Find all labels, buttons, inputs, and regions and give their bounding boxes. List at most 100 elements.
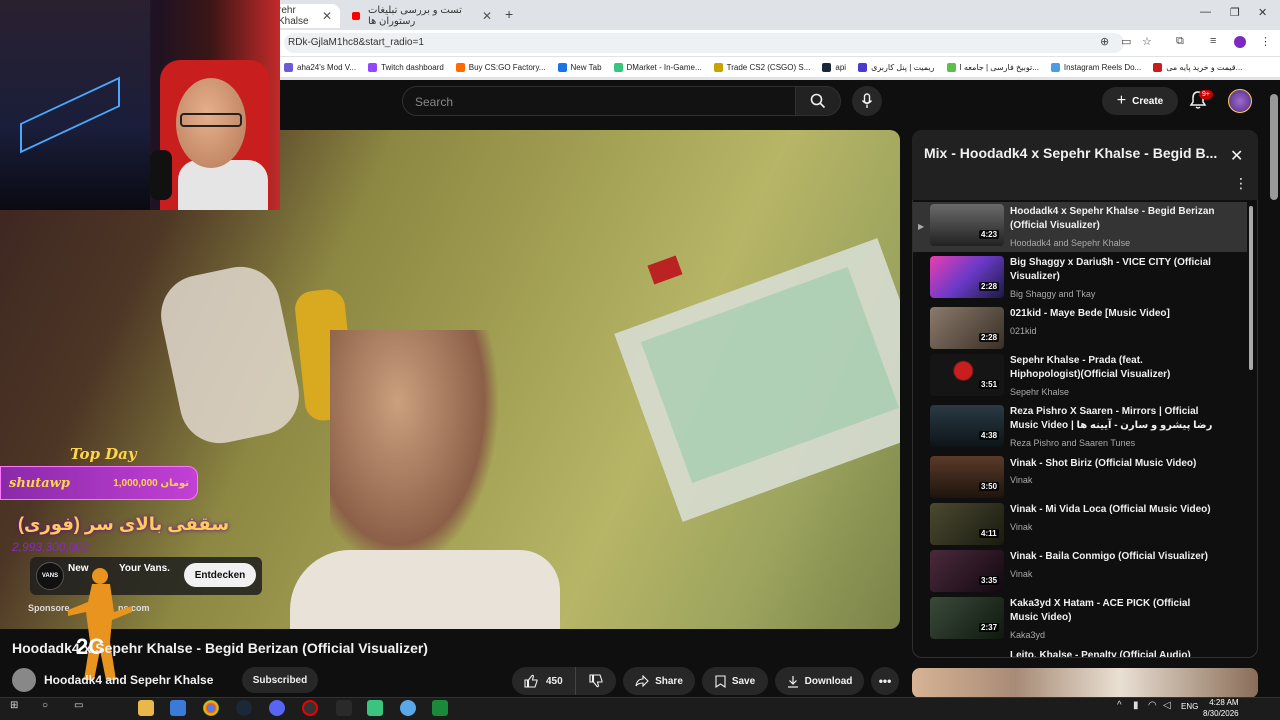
extensions-icon[interactable]: ⧉ (1176, 35, 1184, 48)
close-icon[interactable]: ✕ (322, 9, 332, 23)
playlist-item-title[interactable]: Reza Pishro X Saaren - Mirrors | Officia… (1010, 405, 1215, 433)
account-avatar[interactable] (1228, 89, 1252, 113)
playlist-item-title[interactable]: Kaka3yd X Hatam - ACE PICK (Official Mus… (1010, 597, 1215, 625)
close-window-icon[interactable]: ✕ (1258, 6, 1267, 19)
playlist-item-channel: Vinak (1010, 569, 1033, 579)
bookmark-item[interactable]: api (822, 62, 846, 72)
bookmark-item[interactable]: aha24's Mod V... (284, 62, 356, 72)
cast-icon[interactable]: ▭ (1121, 35, 1131, 48)
create-button[interactable]: + Create (1102, 87, 1178, 115)
playlist-item-title[interactable]: Vinak - Baila Conmigo (Official Visualiz… (1010, 550, 1215, 564)
like-dislike-group: 450 (512, 667, 616, 695)
channel-name[interactable]: Hoodadk4 and Sepehr Khalse (44, 673, 213, 687)
save-button[interactable]: Save (702, 667, 768, 695)
tab-youtube[interactable]: rehr Khalse ✕ (270, 4, 340, 28)
donation-amount: تومان 1,000,000 (113, 477, 189, 489)
playlist-item-title[interactable]: Leito, Khalse - Penalty (Official Audio) (1010, 649, 1215, 657)
playlist-item-title[interactable]: Hoodadk4 x Sepehr Khalse - Begid Berizan… (1010, 205, 1215, 233)
share-button[interactable]: Share (623, 667, 695, 695)
bookmark-item[interactable]: Buy CS:GO Factory... (455, 62, 546, 72)
taskbar-clock[interactable]: 4:28 AM 8/30/2026 (1203, 697, 1239, 719)
media-icon[interactable]: ≡ (1210, 35, 1216, 47)
channel-avatar[interactable] (12, 668, 36, 692)
video-frame-figure (330, 330, 500, 570)
wifi-icon[interactable]: ◠ (1148, 700, 1157, 711)
bookmark-item[interactable]: Twitch dashboard (368, 62, 444, 72)
bookmark-item[interactable]: ریمیت | پنل کاربری (858, 62, 935, 72)
tab-restaurant-ads[interactable]: تست و بررسی تبلیغات رستوران ها ✕ (344, 4, 500, 28)
tray-chevron-icon[interactable]: ^ (1117, 700, 1122, 711)
search-input[interactable]: Search (402, 86, 796, 116)
subscribed-button[interactable]: Subscribed (242, 667, 318, 693)
dislike-button[interactable] (576, 674, 616, 688)
language-indicator[interactable]: ENG (1181, 702, 1198, 711)
clock-time: 4:28 AM (1209, 698, 1239, 707)
steam-icon[interactable] (236, 700, 252, 716)
bookmark-item[interactable]: Instagram Reels Do... (1050, 62, 1141, 72)
playlist-header (912, 130, 1258, 200)
more-vert-icon[interactable]: ⋮ (1234, 175, 1248, 192)
new-tab-icon[interactable]: + (505, 6, 513, 22)
close-icon[interactable]: ✕ (482, 9, 492, 23)
ad-cta-button[interactable]: Entdecken (184, 563, 256, 587)
ad-logo[interactable]: VANS (36, 562, 64, 590)
close-icon[interactable]: ✕ (1230, 146, 1243, 166)
playlist-thumbnail[interactable] (930, 354, 1004, 396)
windows-start-icon[interactable]: ⊞ (10, 700, 18, 711)
bookmark-label: Twitch dashboard (381, 62, 444, 72)
recommended-thumbnail[interactable] (912, 668, 1258, 698)
minimize-icon[interactable]: — (1200, 6, 1211, 18)
profile-icon[interactable] (1234, 36, 1246, 48)
playlist-thumbnail[interactable] (930, 204, 1004, 246)
playlist-title[interactable]: Mix - Hoodadk4 x Sepehr Khalse - Begid B… (924, 145, 1220, 161)
playlist-scrollbar[interactable] (1249, 206, 1253, 370)
playlist-thumbnail[interactable] (930, 256, 1004, 298)
url-field[interactable]: RDk-GjlaM1hc8&start_radio=1 (284, 33, 1124, 53)
tray-icon[interactable]: ▮ (1133, 700, 1139, 711)
playlist-thumbnail[interactable] (930, 405, 1004, 447)
obs-icon[interactable] (302, 700, 318, 716)
donation-goal-total: 2,993,300,000 (12, 540, 89, 554)
bookmark-item[interactable]: توبیخ فارسی | جامعه ا... (946, 62, 1039, 72)
task-view-icon[interactable]: ▭ (74, 700, 83, 711)
download-button[interactable]: Download (775, 667, 864, 695)
bookmark-star-icon[interactable]: ☆ (1142, 35, 1152, 48)
bookmark-item[interactable]: قیمت و خرید پایه می... (1153, 62, 1242, 72)
search-icon[interactable]: ○ (42, 700, 48, 711)
store-icon[interactable] (170, 700, 186, 716)
discord-icon[interactable] (269, 700, 285, 716)
playlist-item-title[interactable]: 021kid - Maye Bede [Music Video] (1010, 307, 1215, 321)
playlist-thumbnail[interactable] (930, 597, 1004, 639)
zoom-icon[interactable]: ⊕ (1100, 35, 1109, 48)
playlist-thumbnail[interactable] (930, 550, 1004, 592)
page-scrollbar[interactable] (1270, 94, 1278, 200)
playlist-thumbnail[interactable] (930, 307, 1004, 349)
app-icon[interactable] (400, 700, 416, 716)
voice-search-button[interactable] (852, 86, 882, 116)
youtube-favicon-icon (352, 12, 360, 20)
more-actions-icon[interactable]: ••• (871, 667, 899, 695)
menu-icon[interactable]: ⋮ (1260, 35, 1271, 48)
bookmark-item[interactable]: New Tab (557, 62, 602, 72)
volume-icon[interactable]: ◁ (1163, 700, 1171, 711)
app-icon[interactable] (432, 700, 448, 716)
bookmark-icon (284, 62, 293, 72)
duration-badge: 4:11 (979, 529, 999, 538)
playlist-item-title[interactable]: Sepehr Khalse - Prada (feat. Hiphopologi… (1010, 354, 1215, 382)
bookmark-item[interactable]: DMarket - In-Game... (613, 62, 702, 72)
chrome-icon[interactable] (203, 700, 219, 716)
search-button[interactable] (795, 86, 841, 116)
playlist-item-title[interactable]: Vinak - Shot Biriz (Official Music Video… (1010, 457, 1215, 471)
playlist-item-title[interactable]: Big Shaggy x Dariu$h - VICE CITY (Offici… (1010, 256, 1215, 284)
playlist-thumbnail[interactable] (930, 456, 1004, 498)
playlist-thumbnail[interactable] (930, 503, 1004, 545)
bookmark-item[interactable]: Trade CS2 (CSGO) S... (713, 62, 810, 72)
app-icon[interactable] (367, 700, 383, 716)
like-button[interactable]: 450 (512, 667, 576, 695)
bookmark-icon (1050, 62, 1060, 72)
bookmark-icon (713, 62, 723, 72)
file-explorer-icon[interactable] (138, 700, 154, 716)
maximize-icon[interactable]: ❐ (1230, 6, 1240, 19)
app-icon[interactable] (336, 700, 352, 716)
playlist-item-title[interactable]: Vinak - Mi Vida Loca (Official Music Vid… (1010, 503, 1215, 517)
